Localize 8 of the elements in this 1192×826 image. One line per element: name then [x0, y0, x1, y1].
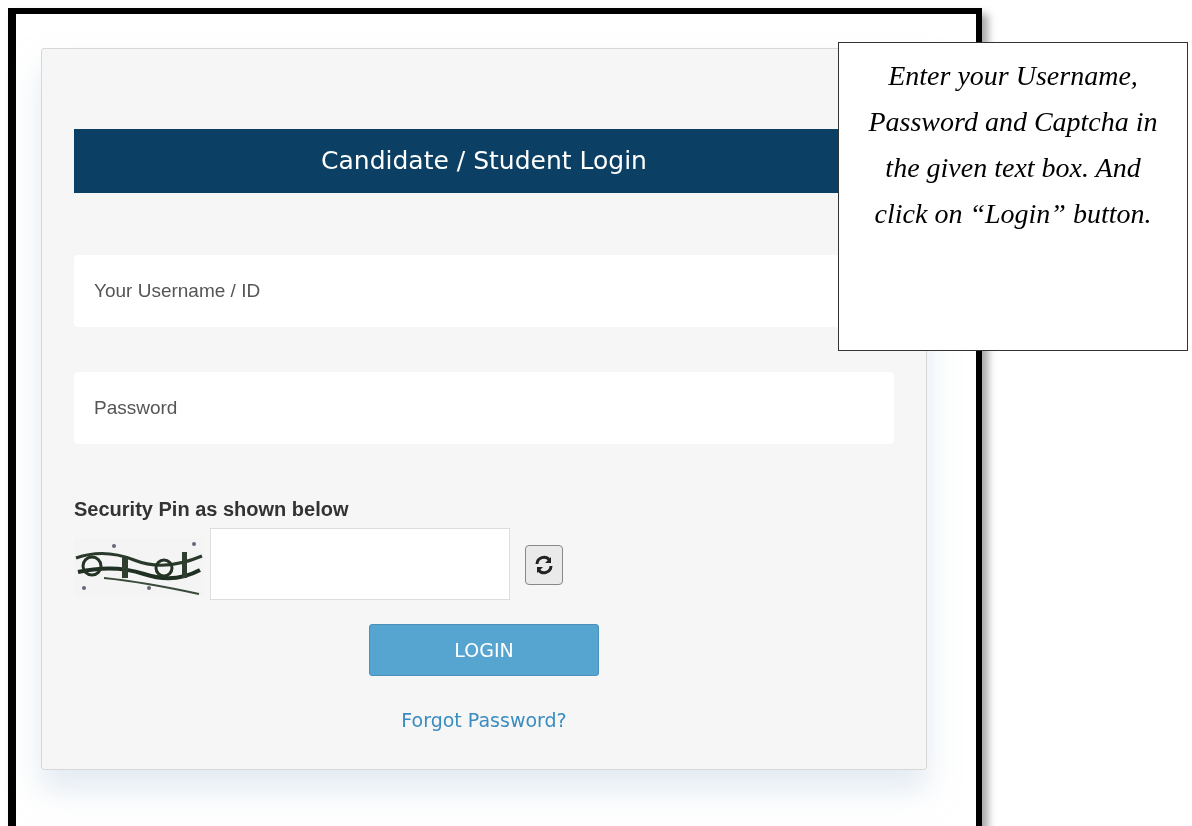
- captcha-label: Security Pin as shown below: [74, 497, 349, 522]
- text-field[interactable]: Password: [74, 372, 894, 444]
- instruction-tooltip: Enter your Username, Password and Captcha in the given text box. And click on “Login” button.: [838, 42, 1188, 351]
- captcha-input[interactable]: [210, 528, 510, 600]
- refresh-icon: [534, 555, 554, 575]
- login-button[interactable]: LOGIN: [369, 624, 599, 676]
- forgot-password-link[interactable]: Forgot Password?: [401, 706, 567, 735]
- refresh-button[interactable]: [525, 545, 563, 585]
